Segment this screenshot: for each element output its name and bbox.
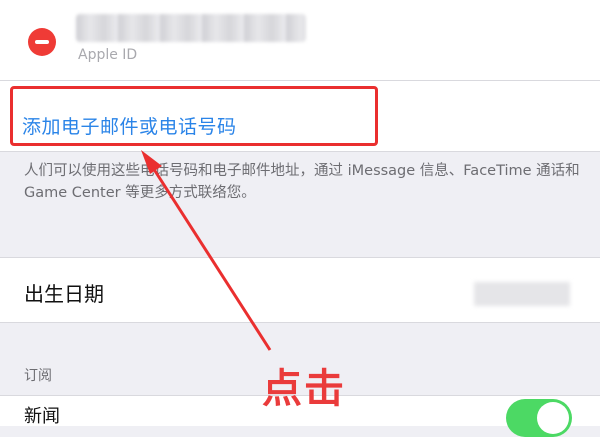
click-annotation: 点击	[262, 366, 346, 412]
